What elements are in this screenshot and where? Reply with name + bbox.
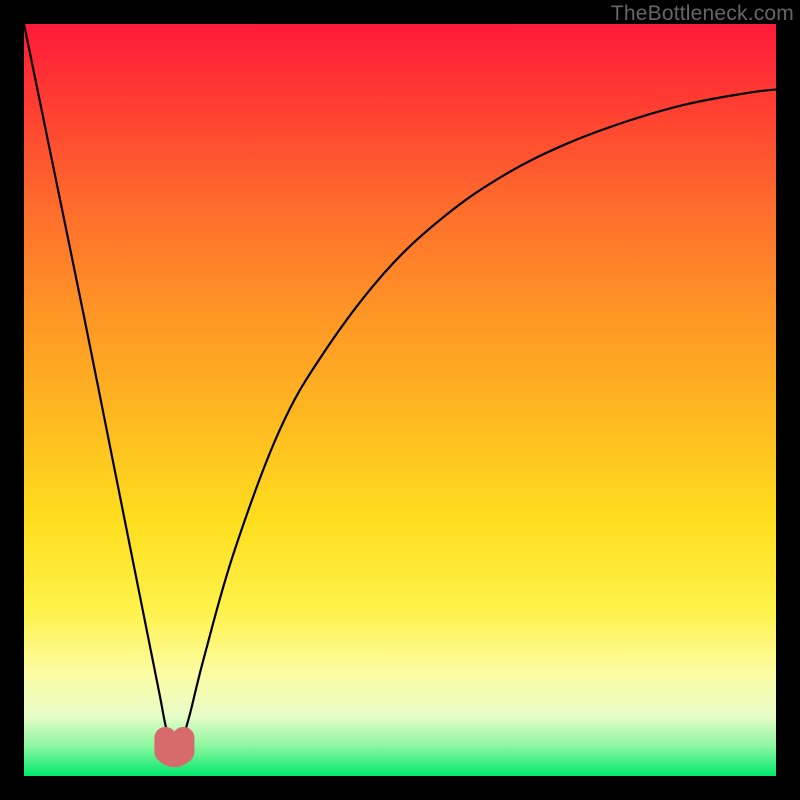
attribution-text: TheBottleneck.com <box>611 2 794 26</box>
optimal-point-marker <box>165 738 183 756</box>
bottleneck-curve <box>24 24 776 746</box>
chart-gradient-area <box>24 24 776 776</box>
bottleneck-plot <box>24 24 776 776</box>
